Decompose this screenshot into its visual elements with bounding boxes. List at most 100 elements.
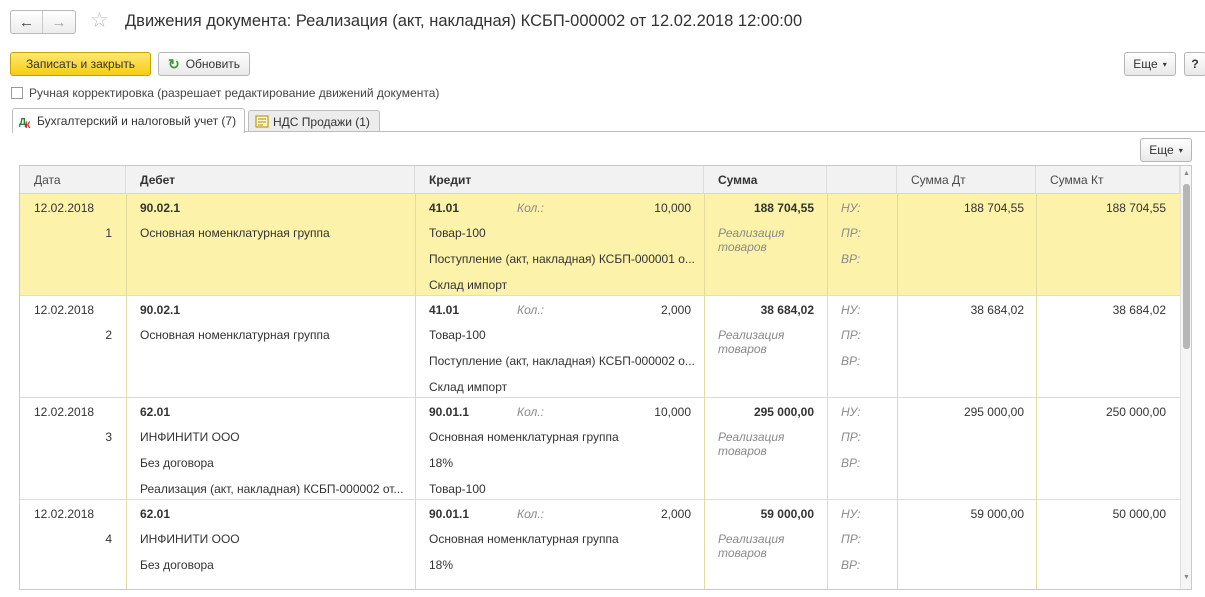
command-bar: Записать и закрыть ↻ Обновить Еще ▾ ? [0,52,1205,78]
cell-quantity-label: Кол.: [517,201,544,215]
cell-temporary-difference-label: ВР: [841,354,861,368]
chevron-down-icon: ▾ [1162,59,1167,69]
tab-accounting[interactable]: Д К Бухгалтерский и налоговый учет (7) [12,108,245,133]
cell-temporary-difference-label: ВР: [841,456,861,470]
tab-vat-sales[interactable]: НДС Продажи (1) [248,110,380,132]
cell-line-number: 3 [105,430,112,444]
favorite-star-icon[interactable]: ☆ [90,9,109,33]
cell-permanent-difference-label: ПР: [841,226,861,240]
chevron-down-icon: ▾ [1178,145,1183,155]
column-header-date[interactable]: Дата [20,166,126,194]
manual-edit-label: Ручная корректировка (разрешает редактир… [29,86,440,100]
cell-credit-subconto-2: Поступление (акт, накладная) КСБП-000002… [429,354,695,368]
cell-debit-account: 62.01 [140,405,171,419]
cell-tax-accounting-label: НУ: [841,405,861,419]
cell-debit-account: 90.02.1 [140,303,181,317]
column-separator [126,194,127,296]
scroll-up-arrow-icon[interactable]: ▲ [1183,170,1190,177]
help-button[interactable]: ? [1184,52,1205,76]
table-row[interactable]: 12.02.2018 4 62.01 ИНФИНИТИ ООО Без дого… [20,500,1180,589]
cell-quantity-label: Кол.: [517,303,544,317]
cell-quantity-label: Кол.: [517,405,544,419]
forward-arrow-icon[interactable]: → [43,11,75,33]
cell-debit-subconto-2: Без договора [140,558,214,572]
cell-credit-subconto-1: Основная номенклатурная группа [429,430,619,444]
table-row[interactable]: 12.02.2018 2 90.02.1 Основная номенклату… [20,296,1180,398]
cell-sum-dt: 188 704,55 [963,201,1024,215]
cell-line-number: 4 [105,532,112,546]
cell-date: 12.02.2018 [34,201,95,215]
vertical-scrollbar[interactable]: ▲ ▼ [1180,166,1191,589]
column-separator [704,194,705,296]
title-bar: ← → ☆ Движения документа: Реализация (ак… [0,0,1205,44]
cell-debit-subconto-3 [140,380,410,394]
cell-credit-subconto-1: Товар-100 [429,328,486,342]
cell-sum-kt: 50 000,00 [1112,507,1166,521]
back-arrow-icon[interactable]: ← [11,11,43,33]
column-header-sum-dt[interactable]: Сумма Дт [897,166,1036,194]
column-separator [827,296,828,398]
cell-sum-kt: 250 000,00 [1105,405,1166,419]
cell-sum: 188 704,55 [753,201,814,215]
column-separator [827,500,828,589]
save-and-close-button[interactable]: Записать и закрыть [10,52,151,76]
column-separator [415,500,416,589]
column-separator [897,398,898,500]
column-header-credit[interactable]: Кредит [415,166,704,194]
column-separator [415,194,416,296]
more-menu-label: Еще [1133,57,1158,71]
cell-debit-subconto-1: Основная номенклатурная группа [140,226,330,240]
cell-tax-accounting-label: НУ: [841,507,861,521]
more-menu-button[interactable]: Еще ▾ [1124,52,1176,76]
manual-edit-option[interactable]: Ручная корректировка (разрешает редактир… [11,85,439,101]
cell-debit-subconto-1: Основная номенклатурная группа [140,328,330,342]
tab-vat-sales-label: НДС Продажи (1) [273,114,370,129]
cell-line-number: 2 [105,328,112,342]
cell-sum-dt: 38 684,02 [970,303,1024,317]
cell-debit-account: 90.02.1 [140,201,181,215]
cell-date: 12.02.2018 [34,405,95,419]
cell-date: 12.02.2018 [34,303,95,317]
column-separator [1036,296,1037,398]
cell-content: Реализация товаров [718,430,785,458]
svg-text:К: К [25,120,31,128]
table-row[interactable]: 12.02.2018 3 62.01 ИНФИНИТИ ООО Без дого… [20,398,1180,500]
grid-more-menu-button[interactable]: Еще ▾ [1140,138,1192,162]
column-separator [897,296,898,398]
column-separator [126,500,127,589]
column-header-sum-kt[interactable]: Сумма Кт [1036,166,1180,194]
cell-debit-subconto-2 [140,354,410,368]
cell-credit-account: 41.01 [429,303,460,317]
cell-date: 12.02.2018 [34,507,95,521]
column-separator [1036,500,1037,589]
tab-accounting-label: Бухгалтерский и налоговый учет (7) [37,114,237,128]
column-separator [897,500,898,589]
column-header-accounting-type [827,166,897,194]
scroll-down-arrow-icon[interactable]: ▼ [1183,574,1190,581]
refresh-button[interactable]: ↻ Обновить [158,52,250,76]
page-title: Движения документа: Реализация (акт, нак… [125,12,803,30]
cell-sum-kt: 188 704,55 [1105,201,1166,215]
cell-sum-dt: 295 000,00 [963,405,1024,419]
cell-content: Реализация товаров [718,226,785,254]
column-separator [704,296,705,398]
manual-edit-checkbox[interactable] [11,87,23,99]
cell-credit-subconto-2: Поступление (акт, накладная) КСБП-000001… [429,252,695,266]
scroll-thumb[interactable] [1183,184,1190,349]
cell-temporary-difference-label: ВР: [841,252,861,266]
cell-permanent-difference-label: ПР: [841,328,861,342]
column-separator [1036,194,1037,296]
cell-sum: 59 000,00 [760,507,814,521]
cell-credit-subconto-3: Склад импорт [429,380,508,394]
cell-content: Реализация товаров [718,328,785,356]
column-header-debit[interactable]: Дебет [126,166,415,194]
column-header-sum[interactable]: Сумма [704,166,827,194]
column-separator [704,398,705,500]
cell-debit-subconto-2: Без договора [140,456,214,470]
table-header: Дата Дебет Кредит Сумма Сумма Дт Сумма К… [20,166,1191,194]
cell-debit-subconto-1: ИНФИНИТИ ООО [140,532,240,546]
cell-temporary-difference-label: ВР: [841,558,861,572]
column-separator [126,398,127,500]
cell-credit-subconto-1: Товар-100 [429,226,486,240]
table-row[interactable]: 12.02.2018 1 90.02.1 Основная номенклату… [20,194,1180,296]
